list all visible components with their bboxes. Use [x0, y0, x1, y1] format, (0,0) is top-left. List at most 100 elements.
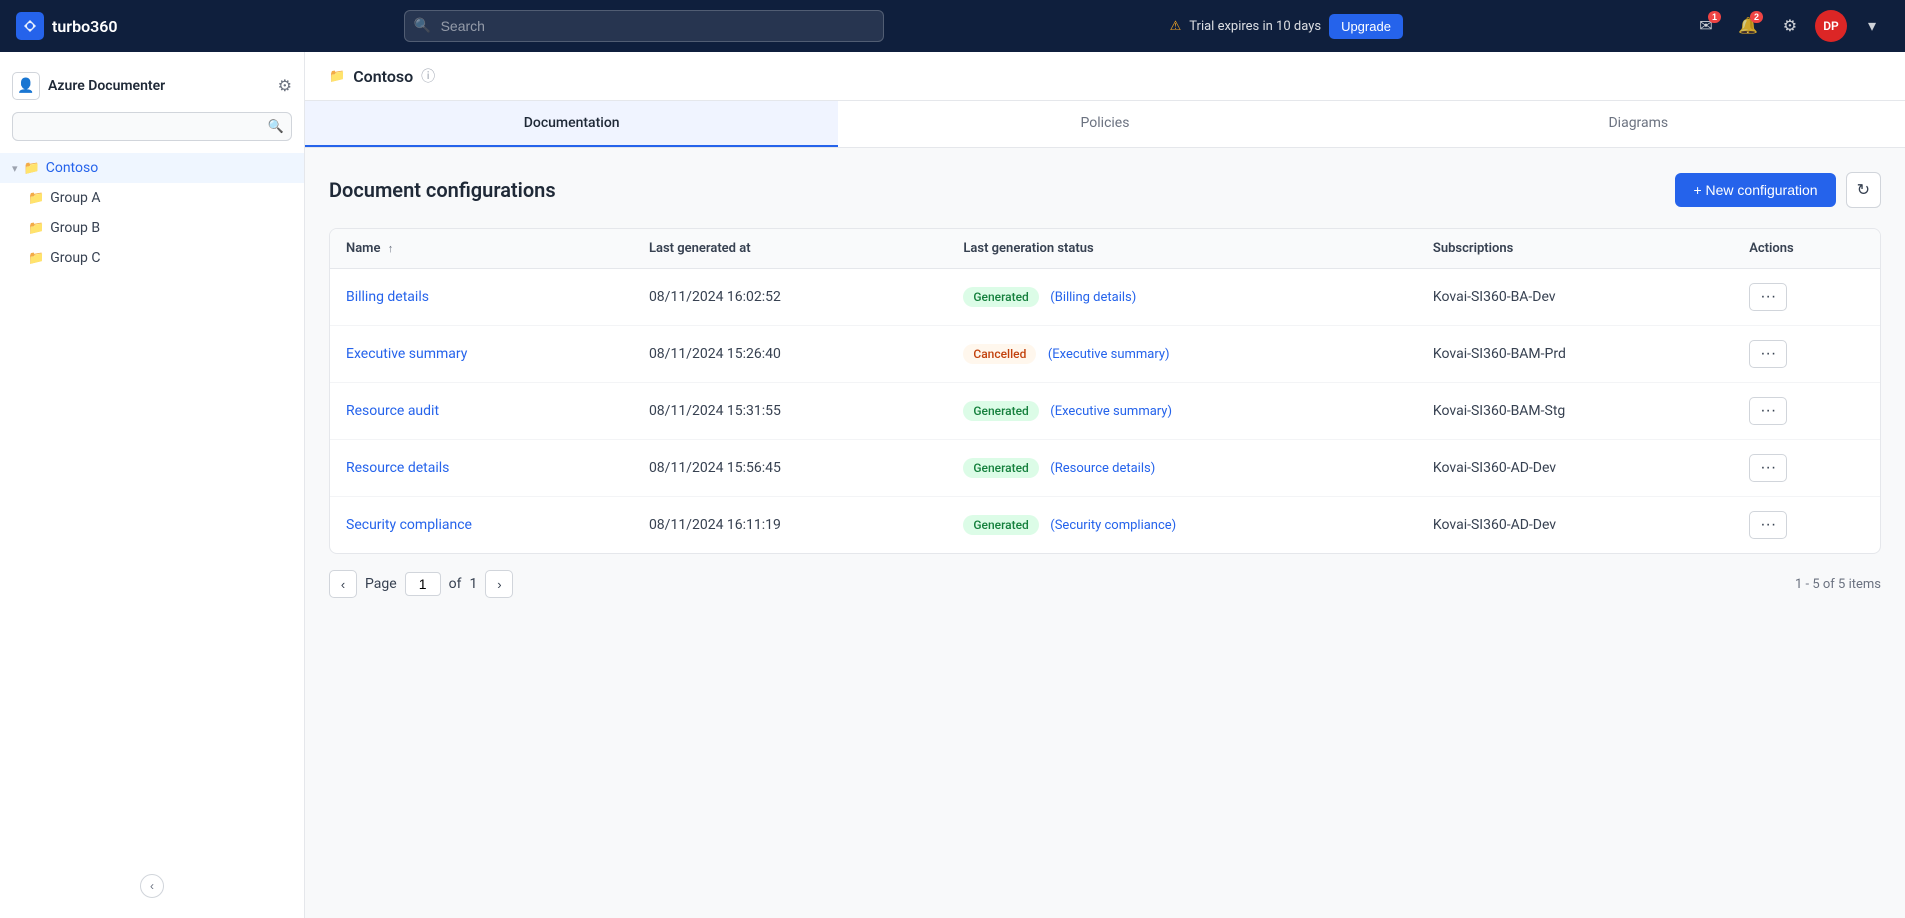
- table-row: Resource details 08/11/2024 15:56:45 Gen…: [330, 440, 1880, 497]
- sidebar-nav: ▾ 📁 Contoso 📁 Group A 📁 Group B 📁 Group …: [0, 153, 304, 906]
- status-label-0: (Billing details): [1050, 290, 1136, 305]
- cell-actions-0: ···: [1733, 269, 1880, 326]
- gear-icon: ⚙: [1783, 16, 1797, 36]
- sidebar-settings-button[interactable]: ⚙: [278, 76, 292, 96]
- pagination-left: ‹ Page of 1 ›: [329, 570, 513, 598]
- status-badge-2: Generated: [963, 401, 1038, 421]
- messages-badge: 1: [1708, 11, 1721, 23]
- sidebar-collapse-button[interactable]: ‹: [140, 874, 164, 898]
- tab-diagrams[interactable]: Diagrams: [1372, 101, 1905, 147]
- sidebar-item-group-b[interactable]: 📁 Group B: [0, 213, 304, 243]
- nav-icons: ✉ 1 🔔 2 ⚙ DP ▾: [1689, 9, 1889, 43]
- sidebar-item-group-c[interactable]: 📁 Group C: [0, 243, 304, 273]
- cell-actions-2: ···: [1733, 383, 1880, 440]
- topnav: turbo360 🔍 ⚠ Trial expires in 10 days Up…: [0, 0, 1905, 52]
- upgrade-button[interactable]: Upgrade: [1329, 14, 1403, 39]
- chevron-down-icon: ▾: [1868, 16, 1876, 36]
- warning-icon: ⚠: [1170, 19, 1182, 34]
- chevron-left-icon: ‹: [341, 577, 345, 592]
- app-name: turbo360: [52, 17, 118, 36]
- folder-icon: 📁: [28, 191, 44, 206]
- next-page-button[interactable]: ›: [485, 570, 513, 598]
- config-name-link-1[interactable]: Executive summary: [346, 346, 467, 362]
- tab-documentation[interactable]: Documentation: [305, 101, 838, 147]
- table-row: Resource audit 08/11/2024 15:31:55 Gener…: [330, 383, 1880, 440]
- chevron-left-icon: ‹: [150, 879, 154, 893]
- sidebar-search-icon: 🔍: [268, 119, 284, 134]
- page-label: Page: [365, 576, 397, 592]
- config-name-link-2[interactable]: Resource audit: [346, 403, 439, 419]
- actions-menu-button-0[interactable]: ···: [1749, 283, 1787, 311]
- logo[interactable]: turbo360: [16, 12, 118, 40]
- config-name-link-3[interactable]: Resource details: [346, 460, 449, 476]
- search-input[interactable]: [404, 10, 884, 42]
- cell-name-3: Resource details: [330, 440, 633, 497]
- cell-name-0: Billing details: [330, 269, 633, 326]
- prev-page-button[interactable]: ‹: [329, 570, 357, 598]
- folder-icon: 📁: [24, 161, 40, 176]
- page-header: 📁 Contoso ⓘ: [305, 52, 1905, 101]
- actions-menu-button-2[interactable]: ···: [1749, 397, 1787, 425]
- content-area: Document configurations + New configurat…: [305, 148, 1905, 638]
- search-icon: 🔍: [414, 18, 431, 34]
- search-container: 🔍: [404, 10, 884, 42]
- cell-subscription-3: Kovai-SI360-AD-Dev: [1417, 440, 1733, 497]
- cell-generated-at-2: 08/11/2024 15:31:55: [633, 383, 947, 440]
- sidebar-header: 👤 Azure Documenter ⚙: [0, 64, 304, 112]
- sidebar-item-group-a[interactable]: 📁 Group A: [0, 183, 304, 213]
- cell-subscription-4: Kovai-SI360-AD-Dev: [1417, 497, 1733, 554]
- config-name-link-4[interactable]: Security compliance: [346, 517, 472, 533]
- cell-status-1: Cancelled (Executive summary): [947, 326, 1417, 383]
- tabs-bar: Documentation Policies Diagrams: [305, 101, 1905, 148]
- notifications-button[interactable]: 🔔 2: [1731, 9, 1765, 43]
- sort-icon: ↑: [388, 242, 394, 255]
- page-input[interactable]: [405, 572, 441, 596]
- cell-subscription-2: Kovai-SI360-BAM-Stg: [1417, 383, 1733, 440]
- column-name[interactable]: Name ↑: [330, 229, 633, 269]
- cell-status-4: Generated (Security compliance): [947, 497, 1417, 554]
- config-name-link-0[interactable]: Billing details: [346, 289, 429, 305]
- status-label-4: (Security compliance): [1050, 518, 1176, 533]
- status-label-2: (Executive summary): [1050, 404, 1172, 419]
- app-layout: 👤 Azure Documenter ⚙ 🔍 ▾ 📁 Contoso 📁 Gro: [0, 52, 1905, 918]
- actions-menu-button-4[interactable]: ···: [1749, 511, 1787, 539]
- breadcrumb-name: Contoso: [353, 67, 413, 86]
- chevron-down-button[interactable]: ▾: [1855, 9, 1889, 43]
- status-badge-1: Cancelled: [963, 344, 1036, 364]
- actions-menu-button-3[interactable]: ···: [1749, 454, 1787, 482]
- refresh-icon: ↻: [1857, 182, 1870, 199]
- actions-menu-button-1[interactable]: ···: [1749, 340, 1787, 368]
- items-count: 1 - 5 of 5 items: [1795, 577, 1881, 592]
- folder-icon: 📁: [28, 251, 44, 266]
- info-icon[interactable]: ⓘ: [421, 66, 435, 86]
- cell-status-3: Generated (Resource details): [947, 440, 1417, 497]
- breadcrumb-folder-icon: 📁: [329, 69, 345, 84]
- cell-subscription-1: Kovai-SI360-BAM-Prd: [1417, 326, 1733, 383]
- refresh-button[interactable]: ↻: [1846, 172, 1881, 208]
- chevron-right-icon: ›: [497, 577, 501, 592]
- status-badge-3: Generated: [963, 458, 1038, 478]
- module-icon: 👤: [12, 72, 40, 100]
- status-badge-4: Generated: [963, 515, 1038, 535]
- sidebar-search-input[interactable]: [12, 112, 292, 141]
- cell-actions-3: ···: [1733, 440, 1880, 497]
- sidebar-title-area: 👤 Azure Documenter: [12, 72, 165, 100]
- avatar[interactable]: DP: [1815, 10, 1847, 42]
- trial-text: Trial expires in 10 days: [1189, 19, 1321, 34]
- tab-policies[interactable]: Policies: [838, 101, 1371, 147]
- cell-name-1: Executive summary: [330, 326, 633, 383]
- column-name-label: Name: [346, 241, 380, 256]
- cell-generated-at-1: 08/11/2024 15:26:40: [633, 326, 947, 383]
- sidebar-item-contoso[interactable]: ▾ 📁 Contoso: [0, 153, 304, 183]
- content-title: Document configurations: [329, 178, 556, 202]
- new-configuration-button[interactable]: + New configuration: [1675, 173, 1835, 207]
- sidebar-label-group-b: Group B: [50, 220, 100, 236]
- settings-button[interactable]: ⚙: [1773, 9, 1807, 43]
- column-subscriptions: Subscriptions: [1417, 229, 1733, 269]
- messages-button[interactable]: ✉ 1: [1689, 9, 1723, 43]
- sidebar-label-group-a: Group A: [50, 190, 100, 206]
- column-actions: Actions: [1733, 229, 1880, 269]
- status-label-3: (Resource details): [1050, 461, 1155, 476]
- column-status: Last generation status: [947, 229, 1417, 269]
- page-of-label: of: [449, 576, 462, 592]
